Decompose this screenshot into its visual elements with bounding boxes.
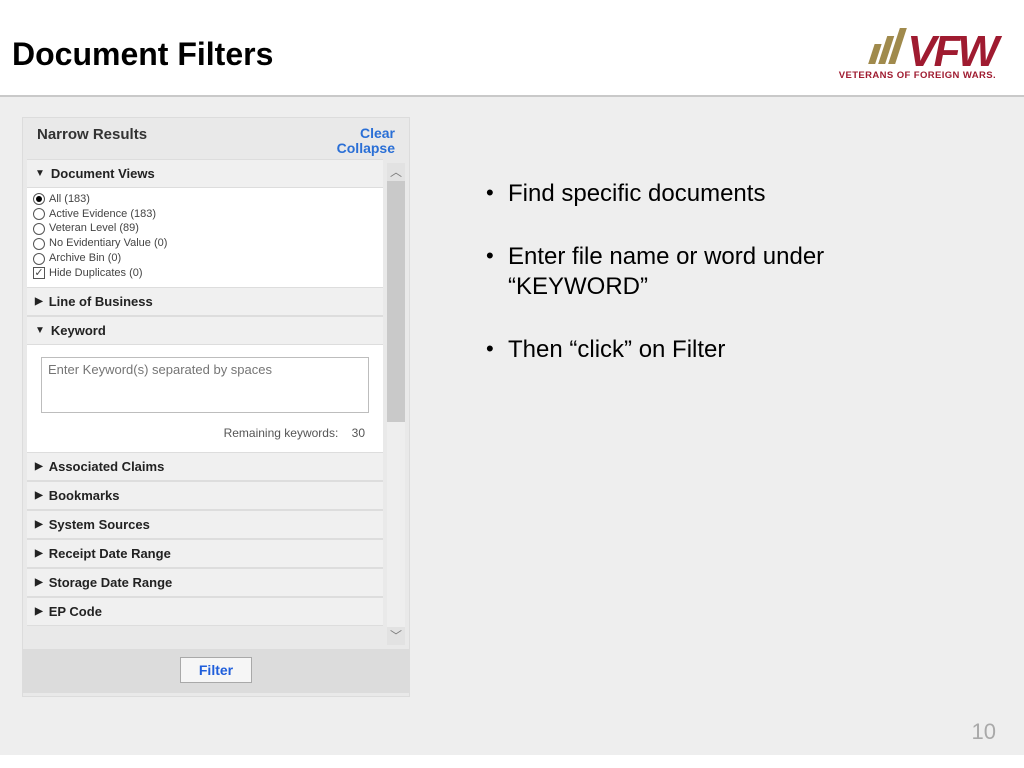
- section-bookmarks[interactable]: ▶ Bookmarks: [27, 481, 383, 510]
- chevron-down-icon: ▼: [35, 168, 45, 179]
- section-system-sources[interactable]: ▶ System Sources: [27, 510, 383, 539]
- document-views-body: All (183) Active Evidence (183) Veteran …: [27, 188, 383, 287]
- section-label: Bookmarks: [49, 488, 120, 503]
- radio-label: Veteran Level (89): [49, 221, 139, 236]
- slide-body: Narrow Results Clear Collapse ▼ Document…: [0, 97, 1024, 755]
- chevron-right-icon: ▶: [35, 548, 43, 559]
- scroll-down-icon[interactable]: ﹀: [387, 627, 405, 645]
- panel-scrollbar[interactable]: ︿ ﹀: [387, 163, 405, 645]
- remaining-value: 30: [352, 426, 365, 440]
- radio-veteran-level[interactable]: Veteran Level (89): [33, 221, 377, 236]
- checkbox-icon: ✓: [33, 267, 45, 279]
- scroll-thumb[interactable]: [387, 181, 405, 422]
- radio-all[interactable]: All (183): [33, 192, 377, 207]
- section-line-of-business[interactable]: ▶ Line of Business: [27, 287, 383, 316]
- logo-main: VFW: [839, 28, 996, 70]
- slide-header: Document Filters VFW VETERANS OF FOREIGN…: [0, 0, 1024, 97]
- section-storage-date-range[interactable]: ▶ Storage Date Range: [27, 568, 383, 597]
- clear-link[interactable]: Clear: [337, 126, 395, 141]
- checkbox-label: Hide Duplicates (0): [49, 266, 143, 281]
- radio-no-evidentiary[interactable]: No Evidentiary Value (0): [33, 236, 377, 251]
- section-label: Line of Business: [49, 294, 153, 309]
- panel-header: Narrow Results Clear Collapse: [23, 118, 409, 159]
- keyword-body: Remaining keywords: 30: [27, 345, 383, 452]
- section-label: Keyword: [51, 323, 106, 338]
- bullet-content: Find specific documents Enter file name …: [484, 179, 914, 755]
- radio-icon: [33, 223, 45, 235]
- collapse-link[interactable]: Collapse: [337, 141, 395, 156]
- filter-button[interactable]: Filter: [180, 657, 252, 683]
- bullet-item: Find specific documents: [484, 179, 914, 210]
- scroll-up-icon[interactable]: ︿: [387, 163, 405, 181]
- panel-scroll: ▼ Document Views All (183) Active Eviden…: [23, 159, 409, 649]
- filters-panel: Narrow Results Clear Collapse ▼ Document…: [22, 117, 410, 697]
- section-keyword[interactable]: ▼ Keyword: [27, 316, 383, 345]
- section-label: System Sources: [49, 517, 150, 532]
- checkbox-hide-duplicates[interactable]: ✓ Hide Duplicates (0): [33, 266, 377, 281]
- section-ep-code[interactable]: ▶ EP Code: [27, 597, 383, 626]
- remaining-label: Remaining keywords:: [224, 426, 339, 440]
- page-title: Document Filters: [12, 36, 273, 73]
- radio-label: Archive Bin (0): [49, 251, 121, 266]
- section-label: Document Views: [51, 166, 155, 181]
- radio-label: Active Evidence (183): [49, 207, 156, 222]
- radio-icon: [33, 208, 45, 220]
- remaining-keywords: Remaining keywords: 30: [35, 424, 375, 444]
- section-label: Associated Claims: [49, 459, 165, 474]
- section-receipt-date-range[interactable]: ▶ Receipt Date Range: [27, 539, 383, 568]
- slide-number: 10: [972, 719, 996, 745]
- bullet-item: Enter file name or word under “KEYWORD”: [484, 242, 914, 303]
- section-document-views[interactable]: ▼ Document Views: [27, 159, 383, 188]
- chevron-right-icon: ▶: [35, 490, 43, 501]
- logo-subtitle: VETERANS OF FOREIGN WARS.: [839, 70, 996, 81]
- radio-archive-bin[interactable]: Archive Bin (0): [33, 251, 377, 266]
- chevron-down-icon: ▼: [35, 325, 45, 336]
- vfw-logo: VFW VETERANS OF FOREIGN WARS.: [839, 28, 996, 81]
- chevron-right-icon: ▶: [35, 519, 43, 530]
- keyword-input[interactable]: [41, 357, 369, 413]
- logo-text: VFW: [907, 33, 996, 70]
- section-associated-claims[interactable]: ▶ Associated Claims: [27, 452, 383, 481]
- radio-icon: [33, 238, 45, 250]
- chevron-right-icon: ▶: [35, 296, 43, 307]
- chevron-right-icon: ▶: [35, 606, 43, 617]
- accordion: ▼ Document Views All (183) Active Eviden…: [27, 159, 383, 626]
- panel-links: Clear Collapse: [337, 126, 395, 157]
- chevron-right-icon: ▶: [35, 577, 43, 588]
- bullet-item: Then “click” on Filter: [484, 335, 914, 366]
- panel-footer: Filter: [23, 649, 409, 693]
- panel-title: Narrow Results: [37, 126, 147, 157]
- radio-label: No Evidentiary Value (0): [49, 236, 167, 251]
- section-label: EP Code: [49, 604, 102, 619]
- chevron-right-icon: ▶: [35, 461, 43, 472]
- radio-icon: [33, 253, 45, 265]
- section-label: Receipt Date Range: [49, 546, 171, 561]
- stripes-icon: [868, 28, 907, 64]
- section-label: Storage Date Range: [49, 575, 173, 590]
- radio-icon: [33, 193, 45, 205]
- scroll-track[interactable]: [387, 181, 405, 627]
- radio-label: All (183): [49, 192, 90, 207]
- radio-active-evidence[interactable]: Active Evidence (183): [33, 207, 377, 222]
